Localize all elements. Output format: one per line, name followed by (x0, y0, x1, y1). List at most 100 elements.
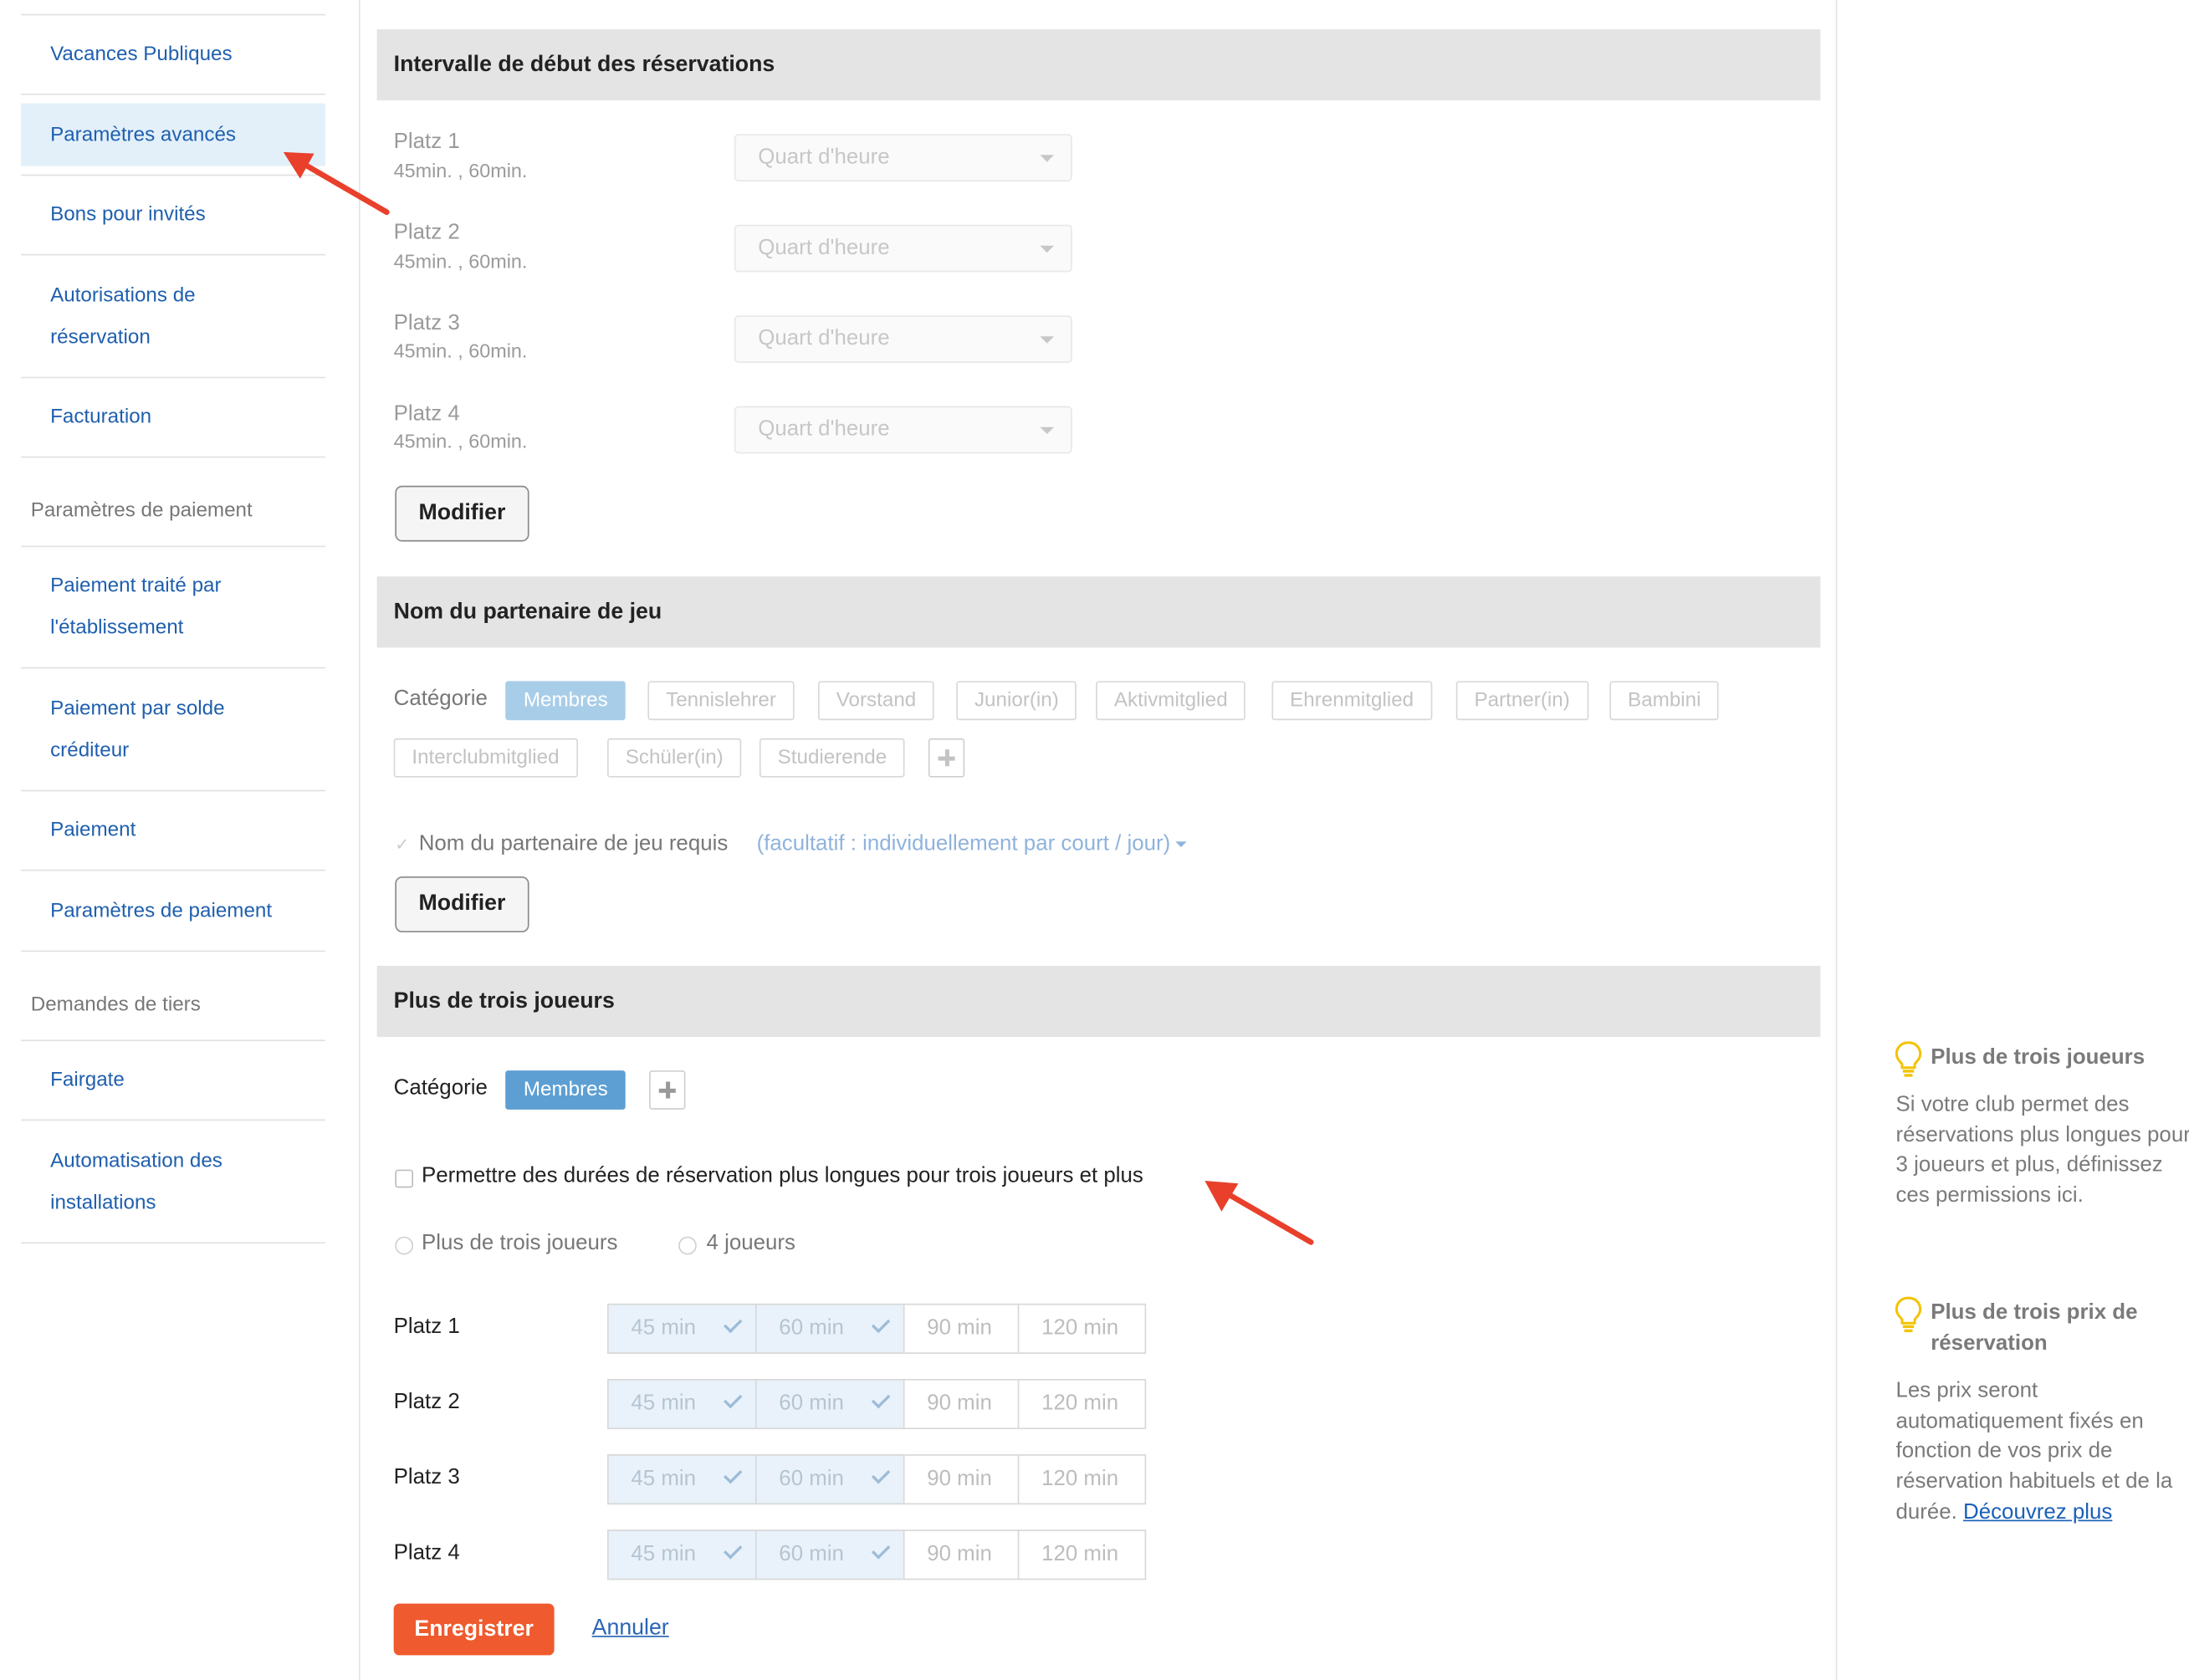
section-title-partner-name: Nom du partenaire de jeu (376, 576, 1821, 648)
save-button[interactable]: Enregistrer (393, 1603, 555, 1656)
duration-option[interactable]: 120 min (1017, 1529, 1147, 1580)
lightbulb-icon (1895, 1296, 1922, 1333)
duration-option[interactable]: 60 min (754, 1529, 905, 1580)
sidebar-heading-payment: Paramètres de paiement (30, 499, 253, 523)
interval-select[interactable]: Quart d'heure (734, 134, 1072, 181)
sidebar-item-vacances-publiques[interactable]: Vacances Publiques (21, 13, 325, 95)
court-name: Platz 4 (393, 401, 460, 426)
allow-longer-label: Permettre des durées de réservation plus… (422, 1163, 1143, 1188)
court-durations: 45min. , 60min. (393, 249, 528, 273)
sidebar-item-paiement-etablissement[interactable]: Paiement traité par l'établissement (21, 545, 325, 669)
radio-more-than-three-label: Plus de trois joueurs (422, 1231, 618, 1255)
duration-option[interactable]: 60 min (754, 1454, 905, 1505)
category-chip[interactable]: Junior(in) (956, 681, 1077, 721)
learn-more-link[interactable]: Découvrez plus (1963, 1500, 2112, 1524)
tip-title: Plus de trois prix de réservation (1931, 1300, 2138, 1356)
duration-option[interactable]: 90 min (903, 1529, 1020, 1580)
category-chip-membres[interactable]: Membres (505, 681, 627, 721)
court-durations: 45min. , 60min. (393, 430, 528, 452)
category-chip[interactable]: Studierende (759, 738, 905, 778)
chevron-down-icon (1040, 245, 1055, 253)
tip-title: Plus de trois joueurs (1931, 1045, 2146, 1070)
duration-option[interactable]: 120 min (1017, 1303, 1147, 1354)
sidebar-item-autorisations[interactable]: Autorisations de réservation (21, 255, 325, 379)
help-panel: Plus de trois joueurs Si votre club perm… (1835, 0, 2189, 1680)
category-chip[interactable]: Bambini (1609, 681, 1720, 721)
checkmark-icon (724, 1389, 743, 1409)
duration-option[interactable]: 45 min (607, 1378, 757, 1430)
category-chip[interactable]: Interclubmitglied (393, 738, 578, 778)
chevron-down-icon (1040, 336, 1055, 344)
interval-select[interactable]: Quart d'heure (734, 406, 1072, 454)
optional-per-court-link[interactable]: (facultatif : individuellement par court… (757, 832, 1188, 857)
court-name: Platz 1 (393, 1315, 460, 1339)
category-chip[interactable]: Aktivmitglied (1096, 681, 1246, 721)
court-name: Platz 3 (393, 311, 460, 335)
allow-longer-checkbox[interactable] (395, 1169, 414, 1188)
sidebar: Vacances Publiques Paramètres avancés Bo… (0, 0, 361, 1680)
sidebar-item-parametres-avances[interactable]: Paramètres avancés (21, 103, 325, 166)
court-name: Platz 4 (393, 1540, 460, 1565)
add-category-icon[interactable] (928, 738, 965, 778)
category-chip[interactable]: Partner(in) (1455, 681, 1588, 721)
category-chip[interactable]: Vorstand (818, 681, 934, 721)
sidebar-item-bons-invites[interactable]: Bons pour invités (21, 174, 325, 256)
category-label: Catégorie (393, 687, 488, 711)
category-chip[interactable]: Tennislehrer (647, 681, 795, 721)
tip-body: Les prix seront automatiquement fixés en… (1895, 1378, 2173, 1524)
category-chip[interactable]: Schüler(in) (607, 738, 742, 778)
court-name: Platz 2 (393, 1390, 460, 1414)
radio-four-players-label: 4 joueurs (706, 1231, 795, 1255)
checkmark-icon (871, 1465, 891, 1484)
checkmark-icon (724, 1540, 743, 1560)
court-name: Platz 2 (393, 220, 460, 245)
sidebar-item-automatisation[interactable]: Automatisation des installations (21, 1121, 325, 1244)
caret-down-icon (1175, 841, 1188, 847)
modify-button[interactable]: Modifier (395, 485, 529, 542)
sidebar-item-paiement-solde[interactable]: Paiement par solde créditeur (21, 668, 325, 792)
modify-button[interactable]: Modifier (395, 876, 529, 932)
category-label: Catégorie (393, 1075, 488, 1100)
duration-option[interactable]: 60 min (754, 1378, 905, 1430)
radio-more-than-three[interactable] (395, 1236, 414, 1255)
checkmark-icon (871, 1540, 891, 1560)
category-chip-membres[interactable]: Membres (505, 1070, 627, 1110)
duration-option[interactable]: 45 min (607, 1529, 757, 1580)
duration-option[interactable]: 90 min (903, 1454, 1020, 1505)
partner-required-label: Nom du partenaire de jeu requis (418, 831, 729, 856)
duration-option[interactable]: 60 min (754, 1303, 905, 1354)
sidebar-item-facturation[interactable]: Facturation (21, 378, 325, 458)
section-title-booking-interval: Intervalle de début des réservations (376, 29, 1821, 101)
section-title-more-players: Plus de trois joueurs (376, 965, 1821, 1038)
sidebar-item-fairgate[interactable]: Fairgate (21, 1039, 325, 1121)
category-chip[interactable]: Ehrenmitglied (1271, 681, 1432, 721)
checkmark-icon (871, 1389, 891, 1409)
duration-group: 45 min 60 min 90 min 120 min (607, 1303, 1147, 1354)
court-durations: 45min. , 60min. (393, 339, 528, 362)
add-category-icon[interactable] (649, 1070, 686, 1110)
chevron-down-icon (1040, 426, 1055, 435)
interval-select[interactable]: Quart d'heure (734, 315, 1072, 363)
chevron-down-icon (1040, 155, 1055, 162)
duration-option[interactable]: 120 min (1017, 1378, 1147, 1430)
duration-group: 45 min 60 min 90 min 120 min (607, 1454, 1147, 1505)
checkmark-icon (724, 1465, 743, 1484)
radio-four-players[interactable] (678, 1236, 697, 1255)
court-name: Platz 3 (393, 1465, 460, 1489)
cancel-link[interactable]: Annuler (592, 1616, 669, 1642)
duration-group: 45 min 60 min 90 min 120 min (607, 1529, 1147, 1580)
duration-option[interactable]: 90 min (903, 1378, 1020, 1430)
court-durations: 45min. , 60min. (393, 159, 528, 181)
duration-option[interactable]: 45 min (607, 1454, 757, 1505)
duration-group: 45 min 60 min 90 min 120 min (607, 1378, 1147, 1430)
sidebar-item-paiement[interactable]: Paiement (21, 791, 325, 871)
interval-select[interactable]: Quart d'heure (734, 224, 1072, 273)
tip-body: Si votre club permet des réservations pl… (1895, 1092, 2189, 1208)
sidebar-item-parametres-paiement[interactable]: Paramètres de paiement (21, 871, 325, 952)
checkmark-icon (871, 1314, 891, 1334)
annotation-arrow-icon (1204, 1180, 1314, 1245)
duration-option[interactable]: 90 min (903, 1303, 1020, 1354)
checkmark-icon[interactable]: ✓ (395, 835, 409, 854)
duration-option[interactable]: 45 min (607, 1303, 757, 1354)
duration-option[interactable]: 120 min (1017, 1454, 1147, 1505)
